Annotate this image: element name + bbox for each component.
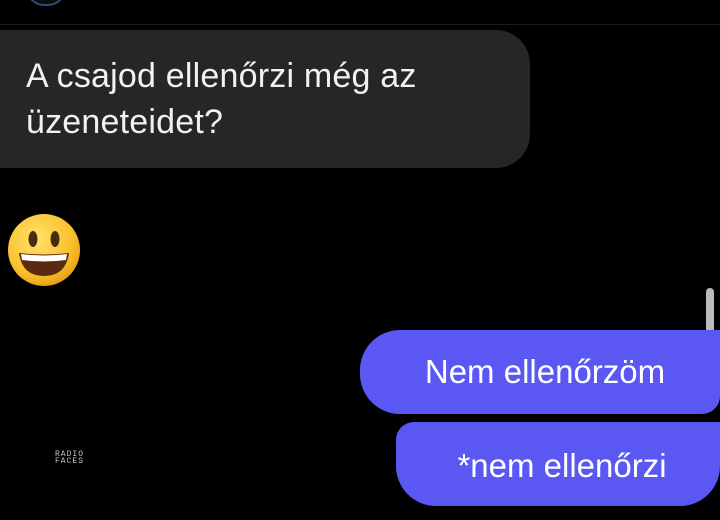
outgoing-message-text: *nem ellenőrzi: [457, 447, 667, 484]
outgoing-message-text: Nem ellenőrzöm: [424, 353, 666, 390]
incoming-message-text: A csajod ellenőrzi még az üzeneteidet?: [26, 57, 417, 141]
avatar[interactable]: [26, 0, 66, 6]
incoming-message-bubble[interactable]: A csajod ellenőrzi még az üzeneteidet?: [0, 30, 530, 168]
watermark-line: FACES: [55, 457, 85, 466]
smiling-face-with-open-mouth-icon[interactable]: [6, 212, 82, 288]
watermark-logo: RADIO FACES: [55, 451, 85, 466]
outgoing-message-bubble[interactable]: *nem ellenőrzi: [396, 422, 720, 506]
chat-header: [0, 0, 720, 25]
outgoing-message-bubble[interactable]: Nem ellenőrzöm: [360, 330, 720, 414]
